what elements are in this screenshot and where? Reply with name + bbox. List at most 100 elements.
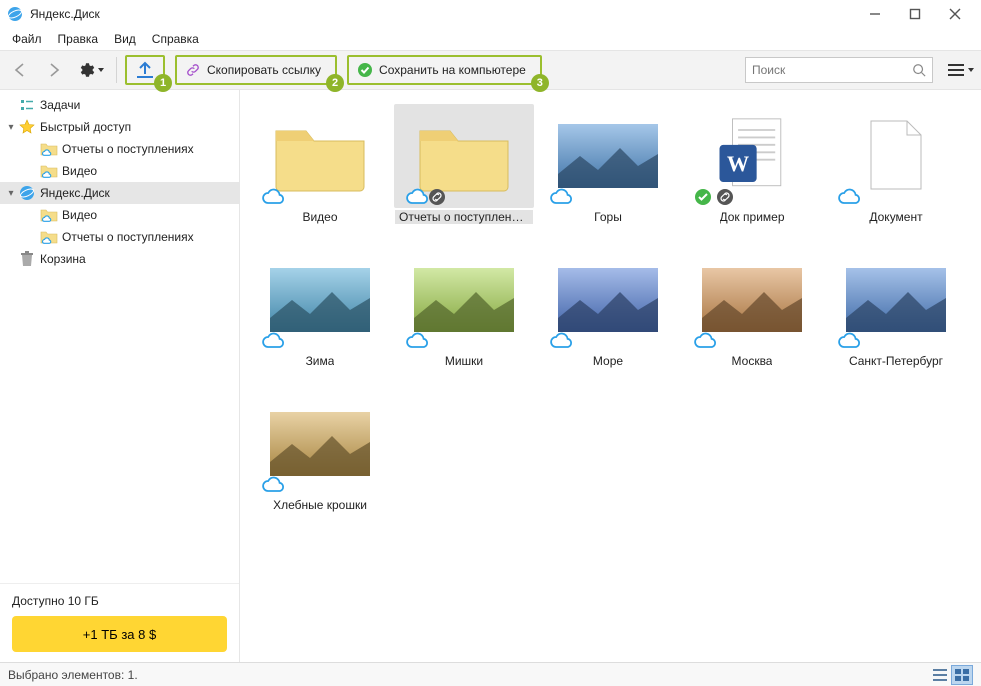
- search-box[interactable]: [745, 57, 933, 83]
- back-button[interactable]: [6, 56, 34, 84]
- shared-link-icon: [428, 188, 446, 206]
- storage-panel: Доступно 10 ГБ +1 ТБ за 8 $: [0, 583, 239, 662]
- tree-item-label: Отчеты о поступлениях: [62, 230, 194, 244]
- tree-item-label: Видео: [62, 208, 97, 222]
- tree-item-qa-video[interactable]: Видео: [0, 160, 239, 182]
- step-badge-1: 1: [154, 74, 172, 92]
- cloud-icon: [550, 332, 574, 350]
- view-mode-menu[interactable]: [947, 63, 975, 77]
- thumbnail: [394, 104, 534, 208]
- menu-item-0[interactable]: Файл: [4, 30, 50, 48]
- thumbnail: [250, 104, 390, 208]
- toolbar-action-upload[interactable]: 1: [125, 55, 165, 85]
- thumbnail: [826, 104, 966, 208]
- tree-item-label: Задачи: [40, 98, 80, 112]
- status-text: Выбрано элементов: 1.: [8, 668, 138, 682]
- thumbnail: [394, 248, 534, 352]
- file-label: Москва: [732, 354, 773, 368]
- toolbar: 1Скопировать ссылку2Сохранить на компьют…: [0, 50, 981, 90]
- tree-item-quick[interactable]: ▾ Быстрый доступ: [0, 116, 239, 138]
- shared-link-icon: [716, 188, 734, 206]
- chevron-down-icon[interactable]: ▾: [4, 188, 18, 199]
- file-item[interactable]: Видео: [250, 104, 390, 224]
- search-input[interactable]: [752, 63, 912, 77]
- titlebar: Яндекс.Диск: [0, 0, 981, 28]
- file-item[interactable]: Мишки: [394, 248, 534, 368]
- file-label: Отчеты о поступлениях: [395, 210, 533, 224]
- disk-icon: [18, 184, 36, 202]
- forward-button[interactable]: [40, 56, 68, 84]
- file-item[interactable]: Хлебные крошки: [250, 392, 390, 512]
- folder-cloud-icon: [40, 206, 58, 224]
- step-badge-2: 2: [326, 74, 344, 92]
- thumbnail: [826, 248, 966, 352]
- tree-item-label: Корзина: [40, 252, 86, 266]
- storage-label: Доступно 10 ГБ: [12, 594, 227, 608]
- settings-button[interactable]: [74, 56, 108, 84]
- star-icon: [18, 118, 36, 136]
- search-icon: [912, 63, 926, 77]
- file-label: Мишки: [445, 354, 483, 368]
- tree-item-trash[interactable]: Корзина: [0, 248, 239, 270]
- step-badge-3: 3: [531, 74, 549, 92]
- file-item[interactable]: Зима: [250, 248, 390, 368]
- file-label: Док пример: [720, 210, 785, 224]
- tree-item-yd-reports[interactable]: Отчеты о поступлениях: [0, 226, 239, 248]
- synced-icon: [694, 188, 712, 206]
- tree-item-label: Яндекс.Диск: [40, 186, 110, 200]
- trash-icon: [18, 250, 36, 268]
- thumbnail: [250, 392, 390, 496]
- cloud-icon: [406, 332, 430, 350]
- buy-storage-button[interactable]: +1 ТБ за 8 $: [12, 616, 227, 652]
- file-label: Горы: [594, 210, 622, 224]
- window-title: Яндекс.Диск: [30, 7, 100, 21]
- toolbar-action-скопировать-ссылку[interactable]: Скопировать ссылку2: [175, 55, 337, 85]
- tree-item-label: Отчеты о поступлениях: [62, 142, 194, 156]
- file-item[interactable]: Документ: [826, 104, 966, 224]
- content-area[interactable]: Видео Отчеты о поступлениях Горы W Док приме…: [240, 90, 981, 662]
- cloud-icon: [694, 332, 718, 350]
- tree-item-label: Быстрый доступ: [40, 120, 131, 134]
- file-label: Море: [593, 354, 623, 368]
- tree-item-label: Видео: [62, 164, 97, 178]
- minimize-button[interactable]: [855, 0, 895, 28]
- file-label: Видео: [302, 210, 337, 224]
- cloud-icon: [550, 188, 574, 206]
- thumbnail: W: [682, 104, 822, 208]
- thumbnail: [250, 248, 390, 352]
- sidebar: Задачи ▾ Быстрый доступ Отчеты о поступлени…: [0, 90, 240, 662]
- file-item[interactable]: W Док пример: [682, 104, 822, 224]
- menu-item-3[interactable]: Справка: [144, 30, 207, 48]
- status-view-switch: [929, 665, 973, 685]
- file-item[interactable]: Москва: [682, 248, 822, 368]
- cloud-icon: [838, 332, 862, 350]
- tree-item-yadisk[interactable]: ▾ Яндекс.Диск: [0, 182, 239, 204]
- file-item[interactable]: Море: [538, 248, 678, 368]
- menu-item-2[interactable]: Вид: [106, 30, 144, 48]
- file-item[interactable]: Санкт-Петербург: [826, 248, 966, 368]
- file-item[interactable]: Горы: [538, 104, 678, 224]
- view-icons-button[interactable]: [951, 665, 973, 685]
- cloud-icon: [262, 476, 286, 494]
- folder-cloud-icon: [40, 140, 58, 158]
- tree-item-yd-video[interactable]: Видео: [0, 204, 239, 226]
- tasks-icon: [18, 96, 36, 114]
- cloud-icon: [262, 188, 286, 206]
- view-details-button[interactable]: [929, 665, 951, 685]
- toolbar-action-сохранить-на-компьютере[interactable]: Сохранить на компьютере3: [347, 55, 542, 85]
- file-item[interactable]: Отчеты о поступлениях: [394, 104, 534, 224]
- statusbar: Выбрано элементов: 1.: [0, 662, 981, 686]
- close-button[interactable]: [935, 0, 975, 28]
- app-icon: [6, 5, 24, 23]
- tree-item-tasks[interactable]: Задачи: [0, 94, 239, 116]
- menu-item-1[interactable]: Правка: [50, 30, 107, 48]
- folder-cloud-icon: [40, 228, 58, 246]
- maximize-button[interactable]: [895, 0, 935, 28]
- file-label: Зима: [306, 354, 335, 368]
- cloud-icon: [406, 188, 430, 206]
- tree-item-qa-reports[interactable]: Отчеты о поступлениях: [0, 138, 239, 160]
- thumbnail: [538, 248, 678, 352]
- thumbnail: [682, 248, 822, 352]
- thumbnail: [538, 104, 678, 208]
- chevron-down-icon[interactable]: ▾: [4, 122, 18, 133]
